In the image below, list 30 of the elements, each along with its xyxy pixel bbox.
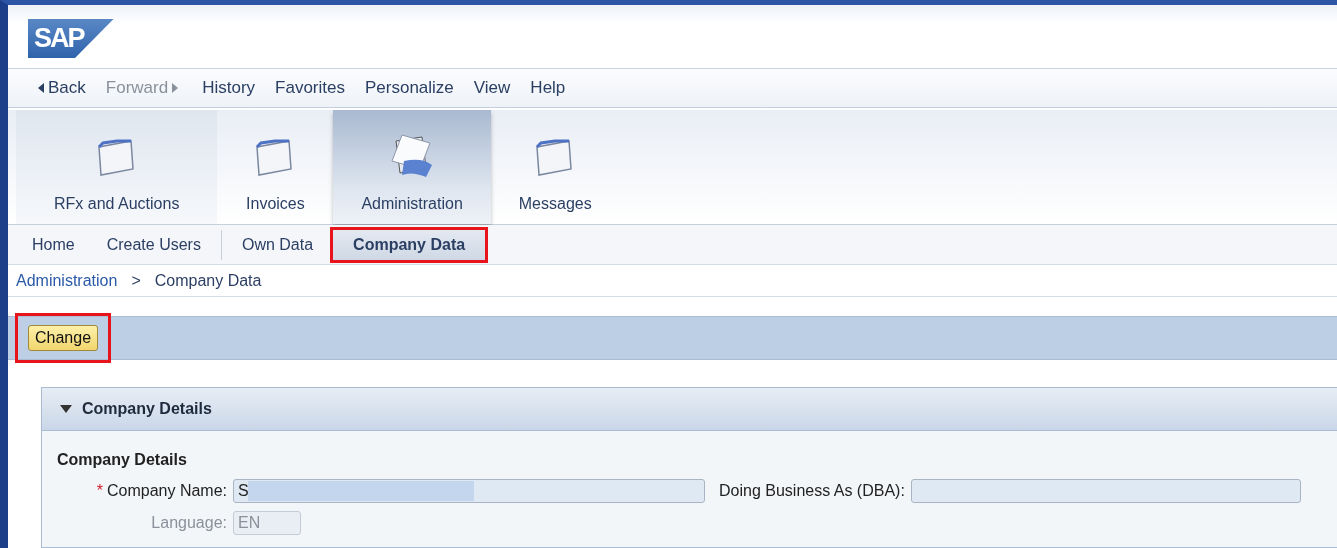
menu-item[interactable]: History xyxy=(202,78,256,98)
menu-item[interactable]: Personalize xyxy=(365,78,454,98)
menu-item[interactable]: View xyxy=(473,78,511,98)
work-center-tab[interactable]: RFx and Auctions xyxy=(16,110,218,224)
panel-header[interactable]: Company Details xyxy=(42,388,1337,431)
input-field[interactable]: S xyxy=(233,479,705,503)
sub-tab[interactable]: Own Data xyxy=(221,229,326,260)
menu-item[interactable]: Favorites xyxy=(275,78,345,98)
input-field[interactable] xyxy=(910,479,1301,503)
breadcrumb-link[interactable]: Administration xyxy=(16,271,118,290)
required-asterisk: * xyxy=(96,482,103,499)
sub-tab[interactable]: Home xyxy=(20,229,87,260)
breadcrumb-current: Company Data xyxy=(154,271,262,290)
menu-item[interactable]: Back xyxy=(38,78,86,98)
left-triangle-icon xyxy=(38,83,44,93)
work-center-tab[interactable]: Invoices xyxy=(217,110,334,224)
right-triangle-icon xyxy=(172,83,179,93)
field-label: * Company Name: xyxy=(95,482,227,500)
sap-logo: SAP xyxy=(28,19,114,58)
sub-tab[interactable]: Company Data xyxy=(333,229,486,260)
change-button[interactable]: Change xyxy=(28,325,99,351)
collapse-icon[interactable] xyxy=(60,405,72,413)
field-label: Language: xyxy=(150,514,227,532)
menu-item[interactable]: Help xyxy=(530,78,566,98)
field-label: Doing Business As (DBA): xyxy=(719,482,905,500)
sub-tab[interactable]: Create Users xyxy=(94,229,222,260)
work-center-tab[interactable]: Messages xyxy=(490,110,620,224)
section-title: Company Details xyxy=(57,451,188,469)
breadcrumb-separator: > xyxy=(131,271,141,290)
work-center-tab[interactable]: Administration xyxy=(333,110,491,224)
